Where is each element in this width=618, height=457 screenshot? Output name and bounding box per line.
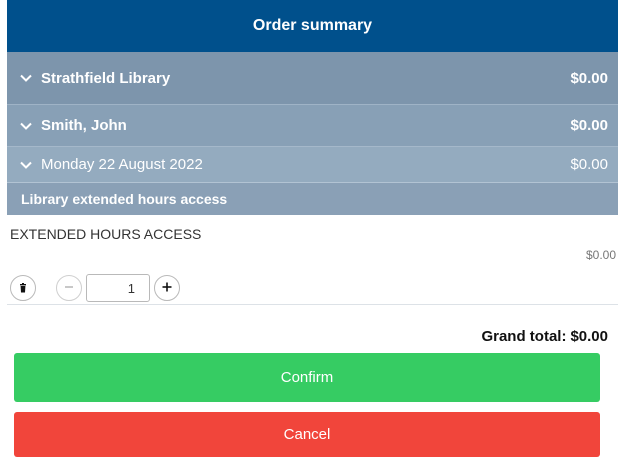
person-name: Smith, John [41,117,127,134]
booking-date: Monday 22 August 2022 [41,156,203,173]
line-item: EXTENDED HOURS ACCESS $0.00 [7,215,618,305]
increase-quantity-button[interactable] [154,275,180,301]
item-price: $0.00 [585,248,616,262]
quantity-input[interactable] [86,274,150,302]
library-group-row[interactable]: Strathfield Library $0.00 [7,52,618,105]
service-group-row: Library extended hours access [7,183,618,215]
remove-item-button[interactable] [10,275,36,301]
date-group-row[interactable]: Monday 22 August 2022 $0.00 [7,147,618,183]
chevron-down-icon [19,119,33,133]
library-total: $0.00 [570,69,608,87]
person-total: $0.00 [570,117,608,134]
chevron-down-icon [19,158,33,172]
decrease-quantity-button[interactable] [56,275,82,301]
order-summary-panel: Order summary Strathfield Library $0.00 … [7,0,618,305]
grand-total-label: Grand total: [481,328,567,345]
date-total: $0.00 [570,156,608,173]
cancel-button[interactable]: Cancel [14,412,600,457]
page-title: Order summary [252,17,373,34]
person-group-row[interactable]: Smith, John $0.00 [7,105,618,147]
order-summary-header: Order summary [7,0,618,52]
confirm-button[interactable]: Confirm [14,353,600,402]
chevron-down-icon [19,71,33,85]
item-name: EXTENDED HOURS ACCESS [10,226,202,242]
minus-icon [63,281,75,296]
grand-total: Grand total: $0.00 [481,328,608,345]
trash-icon [18,281,28,296]
library-name: Strathfield Library [41,69,171,87]
quantity-controls [10,274,180,302]
grand-total-value: $0.00 [570,328,608,345]
plus-icon [161,281,173,296]
service-name: Library extended hours access [21,191,228,207]
